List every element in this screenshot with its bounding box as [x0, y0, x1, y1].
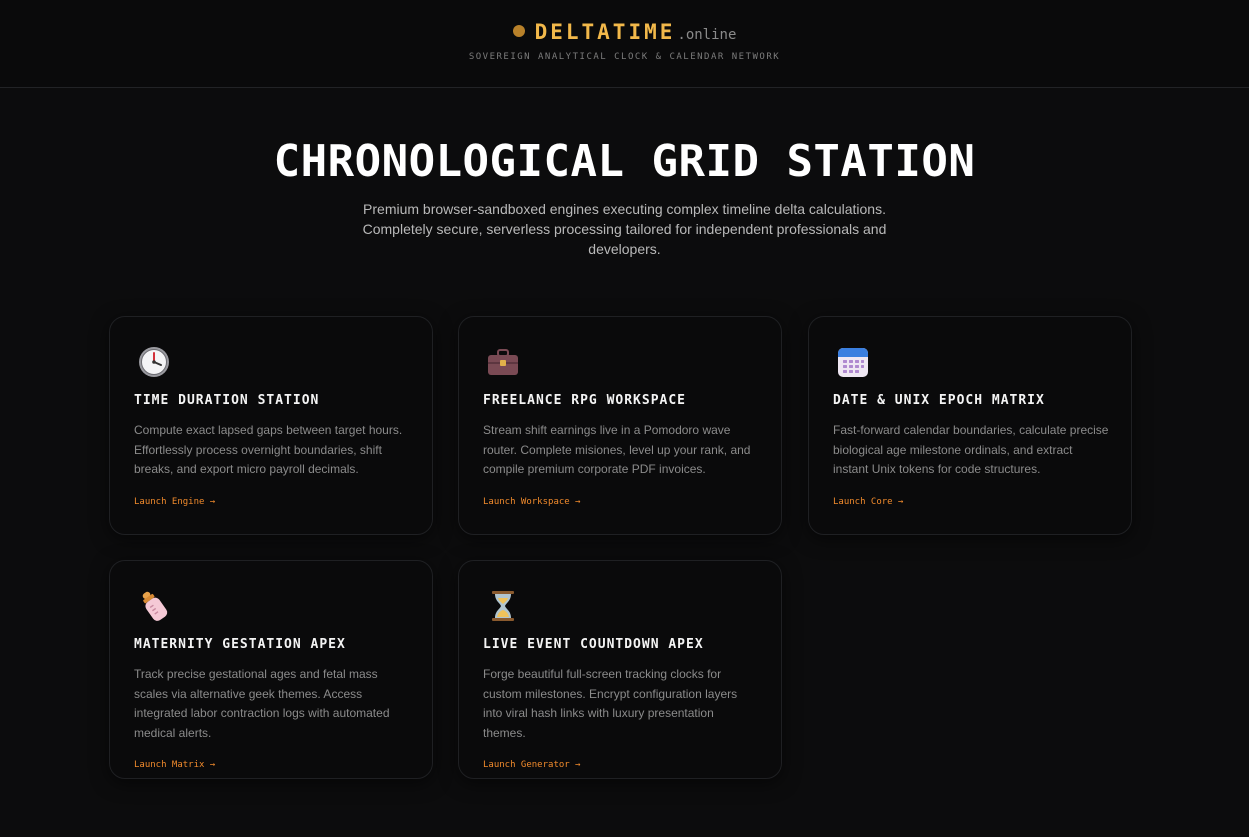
card-description: Forge beautiful full-screen tracking clo…	[483, 667, 738, 740]
launch-engine-link[interactable]: Launch Engine →	[134, 497, 215, 507]
hourglass-icon	[492, 591, 514, 621]
brand-logo[interactable]: DELTATIME .online	[512, 20, 737, 44]
clock-icon	[139, 347, 169, 377]
launch-generator-link[interactable]: Launch Generator →	[483, 760, 581, 770]
launch-workspace-link[interactable]: Launch Workspace →	[483, 497, 581, 507]
card-title: DATE & UNIX EPOCH MATRIX	[833, 393, 1045, 408]
launch-core-link[interactable]: Launch Core →	[833, 497, 903, 507]
hero-section: CHRONOLOGICAL GRID STATION Premium brows…	[0, 88, 1249, 259]
brand-tagline: SOVEREIGN ANALYTICAL CLOCK & CALENDAR NE…	[468, 52, 781, 62]
tool-grid: TIME DURATION STATION Compute exact laps…	[0, 316, 1249, 837]
card-title: LIVE EVENT COUNTDOWN APEX	[483, 637, 704, 652]
card-title: FREELANCE RPG WORKSPACE	[483, 393, 687, 408]
hero-subtitle: Premium browser-sandboxed engines execut…	[362, 201, 887, 257]
tool-card-date-unix[interactable]: DATE & UNIX EPOCH MATRIX Fast-forward ca…	[808, 316, 1132, 535]
card-description: Stream shift earnings live in a Pomodoro…	[483, 423, 751, 476]
card-description: Compute exact lapsed gaps between target…	[134, 423, 403, 476]
card-title: MATERNITY GESTATION APEX	[134, 637, 346, 652]
launch-matrix-link[interactable]: Launch Matrix →	[134, 760, 215, 770]
site-header: DELTATIME .online SOVEREIGN ANALYTICAL C…	[0, 0, 1249, 88]
page-title: CHRONOLOGICAL GRID STATION	[273, 136, 976, 187]
card-title: TIME DURATION STATION	[134, 393, 320, 408]
brand-name: DELTATIME	[534, 20, 676, 44]
brand-tld: .online	[677, 27, 737, 43]
card-description: Fast-forward calendar boundaries, calcul…	[833, 423, 1109, 476]
brand-dot-icon	[512, 25, 525, 37]
tool-card-freelance-rpg[interactable]: FREELANCE RPG WORKSPACE Stream shift ear…	[458, 316, 782, 535]
baby-bottle-icon	[142, 591, 168, 621]
briefcase-icon	[488, 349, 518, 375]
calendar-icon	[838, 348, 868, 377]
tool-card-maternity[interactable]: MATERNITY GESTATION APEX Track precise g…	[109, 560, 433, 779]
card-description: Track precise gestational ages and fetal…	[134, 667, 390, 740]
tool-card-time-duration[interactable]: TIME DURATION STATION Compute exact laps…	[109, 316, 433, 535]
tool-card-live-countdown[interactable]: LIVE EVENT COUNTDOWN APEX Forge beautifu…	[458, 560, 782, 779]
